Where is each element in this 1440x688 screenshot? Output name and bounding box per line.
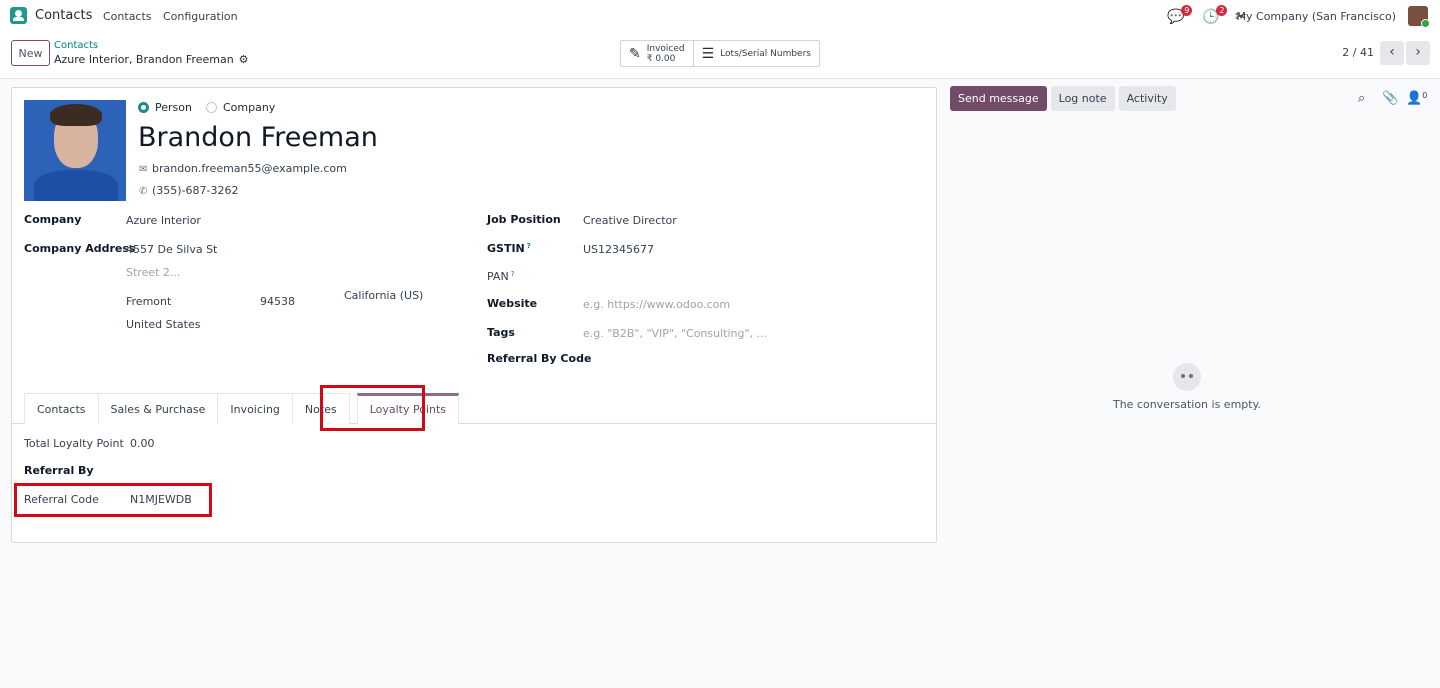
- email-field[interactable]: ✉ brandon.freeman55@example.com: [139, 162, 347, 175]
- empty-conversation-icon: [1173, 363, 1201, 391]
- send-message-button[interactable]: Send message: [950, 86, 1047, 111]
- contact-photo[interactable]: [24, 100, 126, 201]
- pan-help-icon[interactable]: ?: [511, 270, 515, 278]
- job-position-label: Job Position: [487, 213, 561, 226]
- gstin-label: GSTIN?: [487, 242, 531, 255]
- total-loyalty-value: 0.00: [130, 437, 155, 450]
- pan-label: PAN?: [487, 270, 514, 283]
- edit-invoice-icon: ✎: [629, 45, 641, 62]
- phone-value: (355)-687-3262: [152, 184, 239, 197]
- lots-serial-label: Lots/Serial Numbers: [720, 48, 811, 59]
- envelope-icon: ✉: [139, 164, 148, 175]
- followers-button[interactable]: 👤0: [1406, 91, 1427, 106]
- user-avatar[interactable]: [1408, 6, 1430, 28]
- job-position-field[interactable]: Creative Director: [583, 214, 677, 227]
- menu-contacts[interactable]: Contacts: [103, 10, 152, 23]
- activities-clock-icon[interactable]: 🕒 2: [1202, 5, 1228, 25]
- pager-next-button[interactable]: ›: [1406, 41, 1430, 65]
- pan-label-text: PAN: [487, 270, 509, 283]
- company-field[interactable]: Azure Interior: [126, 214, 201, 227]
- pager-previous-button[interactable]: ‹: [1380, 41, 1404, 65]
- top-navbar: Contacts Contacts Configuration 💬 9 🕒 2 ✂ …: [0, 0, 1440, 33]
- activities-badge: 2: [1216, 5, 1228, 16]
- user-icon: 👤: [1406, 91, 1423, 106]
- radio-company[interactable]: [205, 102, 217, 113]
- contact-name-input[interactable]: Brandon Freeman: [138, 122, 378, 153]
- company-type-selector: Person Company: [138, 101, 289, 114]
- radio-person-label[interactable]: Person: [155, 101, 192, 114]
- record-title: Azure Interior, Brandon Freeman ⚙: [54, 53, 249, 66]
- gstin-help-icon[interactable]: ?: [527, 242, 531, 250]
- total-loyalty-label: Total Loyalty Point: [24, 437, 124, 450]
- activity-button[interactable]: Activity: [1118, 86, 1176, 111]
- country-field[interactable]: United States: [126, 318, 201, 331]
- lots-serial-smart-button[interactable]: ☰ Lots/Serial Numbers: [694, 41, 819, 66]
- gear-icon[interactable]: ⚙: [239, 53, 249, 66]
- followers-count: 0: [1422, 91, 1428, 100]
- referral-code-highlight: [14, 483, 212, 517]
- city-field[interactable]: Fremont: [126, 295, 171, 308]
- website-field[interactable]: e.g. https://www.odoo.com: [583, 298, 730, 311]
- tags-label: Tags: [487, 326, 515, 339]
- email-value: brandon.freeman55@example.com: [152, 162, 347, 175]
- company-address-label: Company Address: [24, 242, 136, 255]
- form-sheet: Person Company Brandon Freeman ✉ brandon.…: [11, 87, 937, 543]
- smart-buttons: ✎ Invoiced ₹ 0.00 ☰ Lots/Serial Numbers: [620, 40, 820, 67]
- tab-contacts[interactable]: Contacts: [24, 393, 99, 424]
- referral-by-label: Referral By: [24, 464, 94, 477]
- gstin-field[interactable]: US12345677: [583, 243, 654, 256]
- invoiced-value: ₹ 0.00: [646, 53, 676, 64]
- tab-sales-purchase[interactable]: Sales & Purchase: [97, 393, 219, 424]
- control-panel: New Contacts Azure Interior, Brandon Fre…: [0, 33, 1440, 79]
- paperclip-icon[interactable]: 📎: [1382, 91, 1398, 106]
- breadcrumb-contacts[interactable]: Contacts: [54, 40, 98, 51]
- radio-person[interactable]: [138, 102, 149, 113]
- company-label: Company: [24, 213, 82, 226]
- messages-icon[interactable]: 💬 9: [1167, 5, 1193, 25]
- menu-configuration[interactable]: Configuration: [163, 10, 238, 23]
- street-field[interactable]: 4557 De Silva St: [126, 243, 217, 256]
- state-field[interactable]: California (US): [344, 289, 423, 302]
- pager-value[interactable]: 2 / 41: [1342, 46, 1374, 59]
- tags-field[interactable]: e.g. "B2B", "VIP", "Consulting", ...: [583, 327, 767, 340]
- chatter-actions: Send message Log note Activity: [950, 86, 1176, 111]
- radio-company-label[interactable]: Company: [223, 101, 275, 114]
- record-name-text: Azure Interior, Brandon Freeman: [54, 53, 234, 66]
- messages-badge: 9: [1181, 5, 1193, 16]
- new-button[interactable]: New: [11, 40, 50, 66]
- log-note-button[interactable]: Log note: [1050, 86, 1115, 111]
- contacts-app-icon[interactable]: [10, 7, 27, 24]
- website-label: Website: [487, 297, 538, 310]
- search-icon[interactable]: ⌕: [1358, 91, 1365, 106]
- list-icon: ☰: [701, 45, 715, 62]
- loyalty-tab-highlight: [320, 385, 425, 431]
- empty-conversation-text: The conversation is empty.: [1112, 398, 1262, 411]
- zip-field[interactable]: 94538: [260, 295, 295, 308]
- phone-icon: ✆: [139, 186, 148, 197]
- referral-by-code-label: Referral By Code: [487, 352, 592, 365]
- company-switcher[interactable]: My Company (San Francisco): [1237, 10, 1396, 23]
- app-name[interactable]: Contacts: [35, 8, 92, 23]
- tab-invoicing[interactable]: Invoicing: [217, 393, 293, 424]
- gstin-label-text: GSTIN: [487, 242, 525, 255]
- phone-field[interactable]: ✆ (355)-687-3262: [139, 184, 239, 197]
- invoiced-label: Invoiced: [646, 43, 685, 54]
- street2-field[interactable]: Street 2...: [126, 266, 180, 279]
- invoiced-smart-button[interactable]: ✎ Invoiced ₹ 0.00: [621, 41, 694, 66]
